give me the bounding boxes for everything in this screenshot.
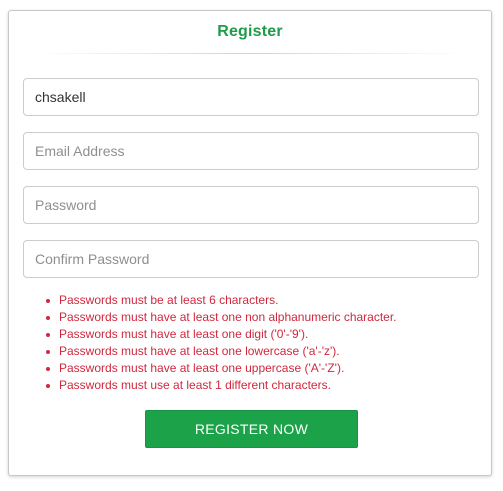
register-now-button[interactable]: REGISTER NOW <box>145 410 358 448</box>
form-title: Register <box>217 23 283 40</box>
error-message: Passwords must have at least one upperca… <box>46 360 397 377</box>
confirm-password-input[interactable] <box>23 240 479 278</box>
validation-errors: Passwords must be at least 6 characters.… <box>23 292 397 394</box>
title-divider <box>35 53 465 54</box>
error-message: Passwords must be at least 6 characters. <box>46 292 397 309</box>
error-message: Passwords must have at least one lowerca… <box>46 343 397 360</box>
error-message: Passwords must have at least one digit (… <box>46 326 397 343</box>
username-input[interactable] <box>23 78 479 116</box>
email-input[interactable] <box>23 132 479 170</box>
password-input[interactable] <box>23 186 479 224</box>
error-message: Passwords must use at least 1 different … <box>46 377 397 394</box>
register-panel: Register Passwords must be at least 6 ch… <box>8 10 492 476</box>
error-message: Passwords must have at least one non alp… <box>46 310 397 324</box>
